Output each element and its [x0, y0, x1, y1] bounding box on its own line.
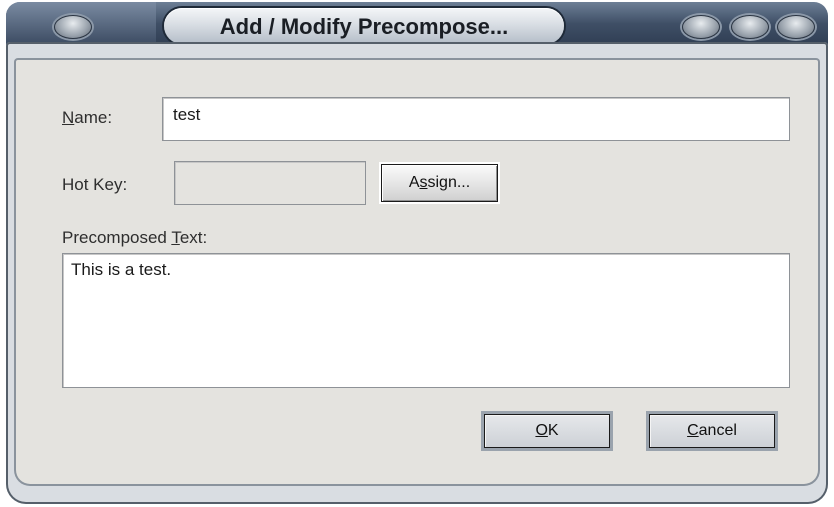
maximize-button[interactable]	[731, 15, 769, 39]
precomposed-text-value: This is a test.	[71, 260, 172, 279]
ok-label-rest: K	[547, 422, 559, 439]
name-label-rest: ame:	[74, 108, 113, 127]
name-input-value: test	[173, 105, 201, 124]
assign-label-rest: sign...	[427, 174, 471, 191]
ok-button[interactable]: OK	[484, 414, 610, 448]
precomposed-text-area[interactable]: This is a test.	[62, 253, 790, 388]
hotkey-input	[174, 161, 366, 205]
cancel-label-rest: ancel	[698, 422, 737, 439]
hotkey-label: Hot Key:	[62, 175, 128, 194]
minimize-button[interactable]	[682, 15, 720, 39]
precomposed-text-label: Precomposed Text:	[62, 228, 207, 248]
cancel-button[interactable]: Cancel	[649, 414, 775, 448]
precomposed-label-mnemonic: T	[171, 228, 180, 247]
ok-label-mnemonic: O	[535, 422, 548, 439]
close-button[interactable]	[777, 15, 815, 39]
system-menu-icon[interactable]	[54, 15, 92, 39]
assign-label-mnemonic: s	[419, 174, 428, 191]
name-label-mnemonic: N	[62, 108, 75, 127]
precomposed-label-rest: ext:	[179, 228, 208, 247]
dialog-body: Name: test Hot Key: As sign... Precompose…	[16, 60, 818, 484]
name-input[interactable]: test	[162, 97, 790, 141]
cancel-label-mnemonic: C	[687, 422, 699, 439]
window-title: Add / Modify Precompose...	[219, 14, 509, 39]
name-label: Name:	[62, 108, 112, 128]
dialog-window: Add / Modify Precompose... Name: test Ho…	[0, 0, 834, 507]
title-plate: Add / Modify Precompose...	[164, 8, 564, 44]
assign-button[interactable]: As sign...	[381, 164, 498, 202]
assign-label-prefix: A	[408, 174, 420, 191]
precomposed-label-prefix: Precomposed	[62, 228, 172, 247]
